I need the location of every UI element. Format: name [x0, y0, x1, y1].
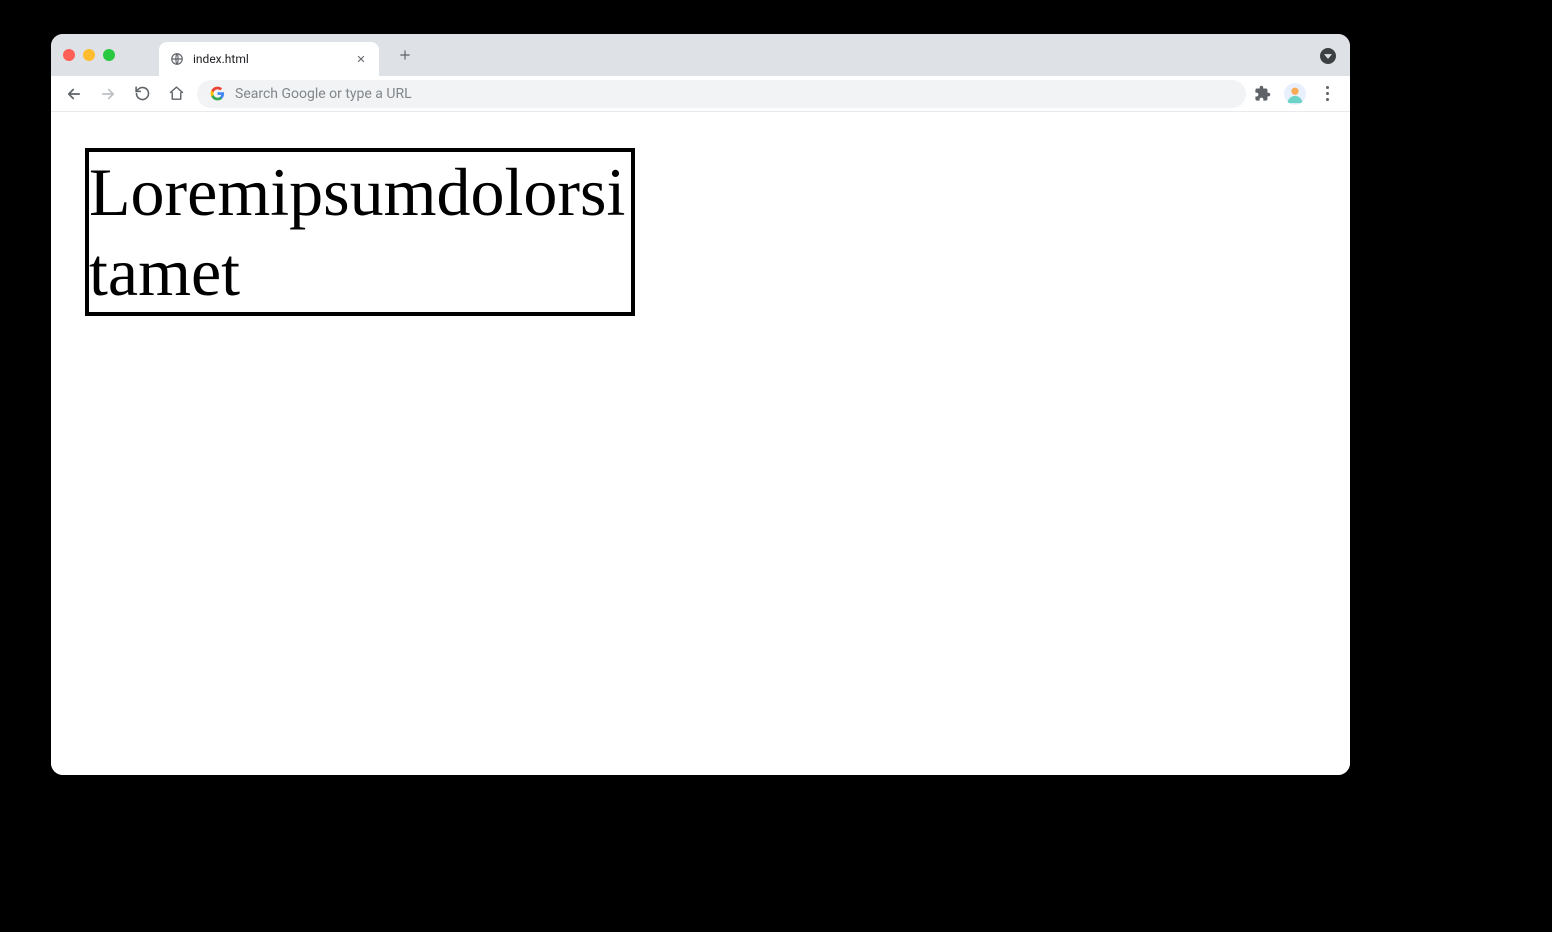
fullscreen-window-button[interactable]	[103, 49, 115, 61]
tab-search-button[interactable]	[1320, 48, 1336, 64]
tab-active[interactable]: index.html	[159, 42, 379, 76]
home-button[interactable]	[163, 81, 189, 107]
globe-icon	[169, 51, 185, 67]
browser-menu-button[interactable]	[1318, 85, 1336, 103]
extensions-button[interactable]	[1254, 85, 1272, 103]
content-box: Loremipsumdolorsitamet	[85, 148, 635, 316]
reload-button[interactable]	[129, 81, 155, 107]
window-controls	[63, 49, 115, 61]
new-tab-button[interactable]	[391, 41, 419, 69]
browser-window: index.html	[51, 34, 1350, 775]
address-bar-placeholder: Search Google or type a URL	[235, 86, 1234, 102]
minimize-window-button[interactable]	[83, 49, 95, 61]
forward-button[interactable]	[95, 81, 121, 107]
google-icon	[209, 86, 225, 102]
close-window-button[interactable]	[63, 49, 75, 61]
back-button[interactable]	[61, 81, 87, 107]
tab-title: index.html	[193, 52, 353, 66]
close-tab-icon[interactable]	[353, 51, 369, 67]
content-text: Loremipsumdolorsitamet	[89, 154, 625, 310]
address-bar[interactable]: Search Google or type a URL	[197, 80, 1246, 108]
tab-strip: index.html	[51, 34, 1350, 76]
page-viewport: Loremipsumdolorsitamet	[51, 112, 1350, 775]
toolbar-right	[1254, 83, 1340, 105]
profile-avatar[interactable]	[1284, 83, 1306, 105]
toolbar: Search Google or type a URL	[51, 76, 1350, 112]
